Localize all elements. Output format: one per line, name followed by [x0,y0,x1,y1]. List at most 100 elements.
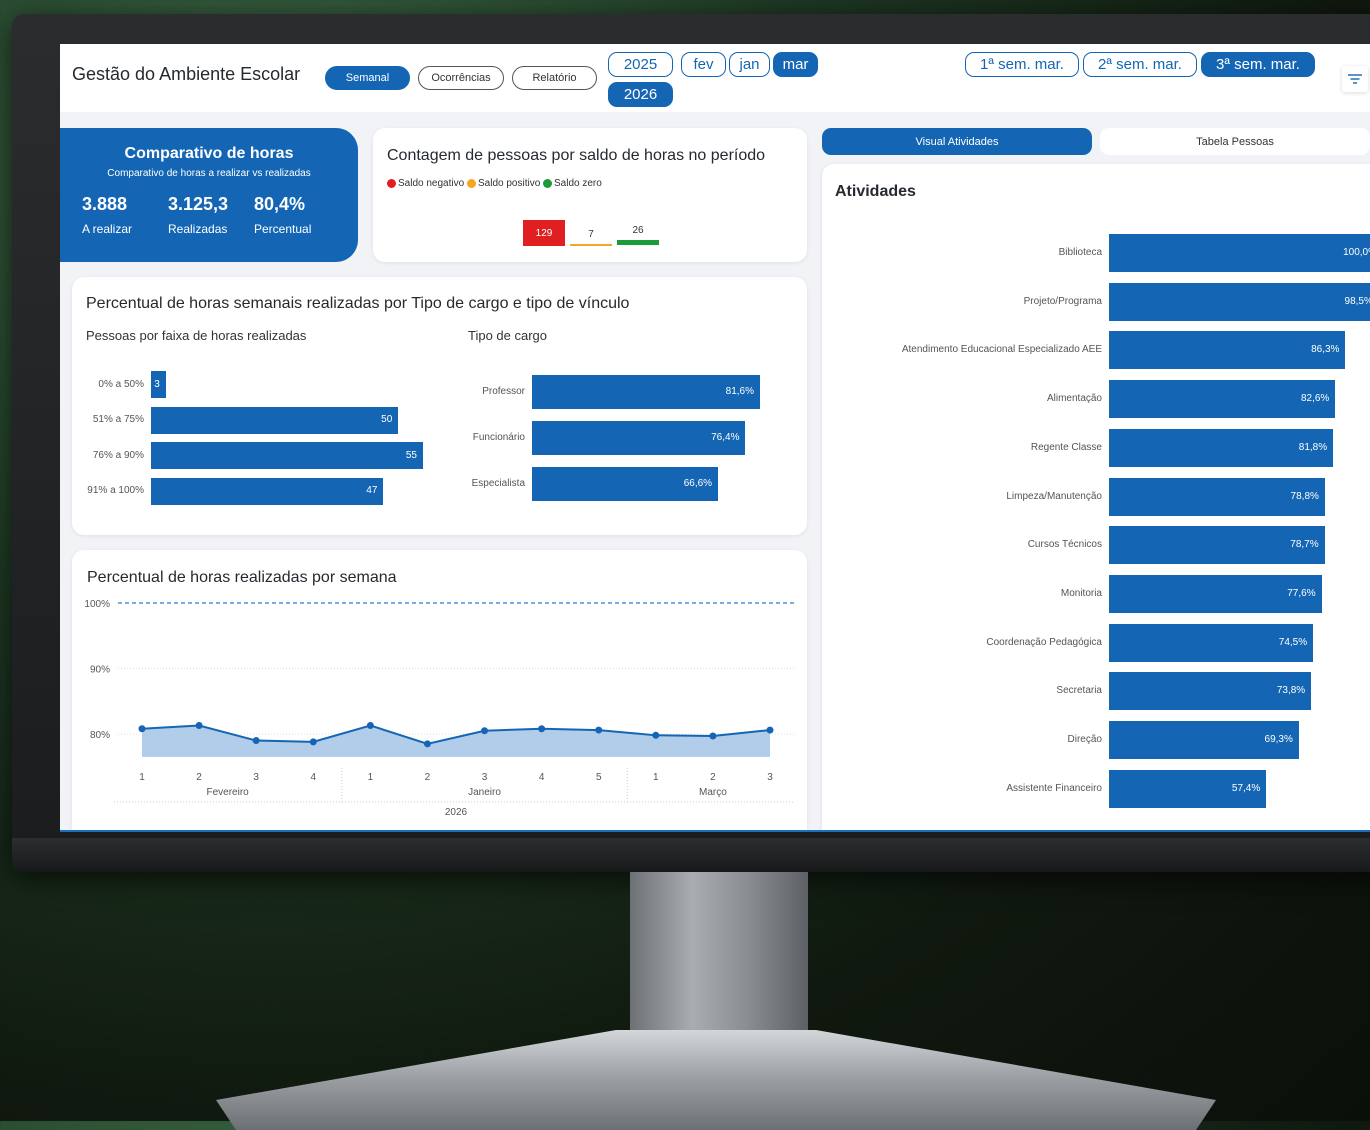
area-fill [142,725,770,757]
count-saldo-zero[interactable]: 26 [617,220,659,245]
month-mar-chip[interactable]: mar [773,52,818,77]
bar-value-label: 69,3% [1264,734,1293,745]
tab-tabela-pessoas[interactable]: Tabela Pessoas [1100,128,1370,155]
count-saldo-negativo[interactable]: 129 [523,220,565,246]
bar-value-label: 78,7% [1290,539,1319,551]
atividades-title: Atividades [835,183,916,200]
bar-value-label: 86,3% [1311,344,1340,356]
dashboard-screen: Gestão do Ambiente Escolar Semanal Ocorr… [60,44,1370,832]
bar-value-label: 98,5% [1344,295,1370,307]
bar-value-label: 66,6% [683,478,713,489]
bar-category-label: Coordenação Pedagógica [986,636,1102,648]
data-point[interactable] [481,727,489,735]
bar-category-label: 91% a 100% [87,485,144,496]
legend-saldo-negativo: Saldo negativo [387,178,464,189]
legend-label: Saldo negativo [398,178,465,189]
saldo-title: Contagem de pessoas por saldo de horas n… [387,147,766,164]
data-point[interactable] [309,738,317,746]
bar-value-label: 81,6% [725,386,754,397]
bar-value-label: 82,6% [1300,393,1330,405]
legend-label: Saldo positivo [478,178,541,189]
faixa-subtitle: Pessoas por faixa de horas realizadas [86,328,307,343]
data-point[interactable] [538,725,546,733]
filter-button[interactable] [1342,66,1368,92]
y-tick-label: 100% [84,599,110,610]
kpi-realizadas-label: Realizadas [168,222,228,236]
bar-category-label: 0% a 50% [98,378,144,390]
monitor-bezel-bottom [12,838,1370,872]
kpi-realizadas-value: 3.125,3 [168,194,229,214]
y-tick-label: 90% [90,665,110,676]
filter-icon [1348,74,1362,84]
bar-category-label: Direção [1067,734,1102,745]
bar-value-label: 76,4% [711,432,740,443]
legend-zero-dot [543,179,552,188]
x-tick-label: 3 [253,772,259,783]
bar-value-label: 57,4% [1231,782,1261,794]
year-2026-chip[interactable]: 2026 [608,82,673,107]
x-tick-label: 1 [139,772,145,783]
atividades-card: Atividades Biblioteca 100,0% Projeto/Progr… [822,164,1370,830]
bar-value-label: 3 [154,378,160,390]
bar-category-label: Secretaria [1056,685,1102,697]
x-tick-label: 4 [539,772,545,783]
legend-negative-dot [387,179,396,188]
month-jan-chip[interactable]: jan [729,52,770,77]
bar-value-label: 78,8% [1290,490,1319,502]
percentual-tipo-card: Percentual de horas semanais realizadas … [72,277,807,535]
data-point[interactable] [195,721,203,729]
bar-value-label: 81,8% [1298,441,1328,453]
year-2025-chip[interactable]: 2025 [608,52,673,77]
month-fev-chip[interactable]: fev [681,52,726,77]
bar-category-label: Regente Classe [1030,441,1102,453]
data-point[interactable] [366,721,374,729]
x-tick-label: 2 [425,772,431,783]
x-tick-label: 3 [482,772,488,783]
bar-value-label: 74,5% [1278,636,1308,648]
x-tick-label: 1 [653,772,659,783]
data-point[interactable] [595,726,603,734]
semana-card: Percentual de horas realizadas por seman… [72,550,807,830]
x-year-label: 2026 [445,807,468,818]
week-1-chip[interactable]: 1ª sem. mar. [965,52,1079,77]
x-tick-label: 1 [368,772,374,783]
kpi-title: Comparativo de horas [124,145,294,162]
bar-value-label: 73,8% [1276,685,1306,697]
relatorio-button[interactable]: Relatório [512,66,597,90]
monitor-stand-neck [630,872,808,1050]
x-group-label: Janeiro [468,787,501,798]
week-2-chip[interactable]: 2ª sem. mar. [1083,52,1197,77]
app-title: Gestão do Ambiente Escolar [72,64,301,84]
data-point[interactable] [252,737,260,745]
data-point[interactable] [138,725,146,733]
x-group-label: Fevereiro [207,787,250,798]
ocorrencias-button[interactable]: Ocorrências [418,66,504,90]
kpi-percentual-label: Percentual [254,222,312,236]
bar-category-label: Limpeza/Manutenção [1006,490,1102,502]
data-point[interactable] [652,731,660,739]
count-saldo-positivo[interactable]: 7 [570,224,612,246]
legend-saldo-positivo: Saldo positivo [467,178,540,189]
kpi-subtitle: Comparativo de horas a realizar vs reali… [107,168,311,179]
percentual-tipo-title: Percentual de horas semanais realizadas … [86,295,630,312]
bar-category-label: Projeto/Programa [1023,295,1102,307]
legend-saldo-zero: Saldo zero [543,178,602,189]
bar-value-label: 50 [381,414,393,425]
saldo-card: Contagem de pessoas por saldo de horas n… [373,128,807,262]
data-point[interactable] [423,740,431,748]
tab-visual-atividades[interactable]: Visual Atividades [822,128,1092,155]
legend-label: Saldo zero [554,178,602,189]
kpi-a-realizar-value: 3.888 [82,194,128,214]
week-3-chip[interactable]: 3ª sem. mar. [1201,52,1315,77]
semanal-button[interactable]: Semanal [325,66,410,90]
monitor-stand-base [216,1030,1216,1130]
x-tick-label: 2 [196,772,202,783]
x-tick-label: 3 [767,772,773,783]
kpi-a-realizar-label: A realizar [82,222,133,236]
bar-category-label: 51% a 75% [92,414,144,425]
kpi-card: Comparativo de horas Comparativo de hora… [60,128,358,262]
bar-category-label: Atendimento Educacional Especializado AE… [901,344,1102,356]
kpi-percentual-value: 80,4% [254,194,306,214]
data-point[interactable] [766,726,774,734]
data-point[interactable] [709,732,717,740]
